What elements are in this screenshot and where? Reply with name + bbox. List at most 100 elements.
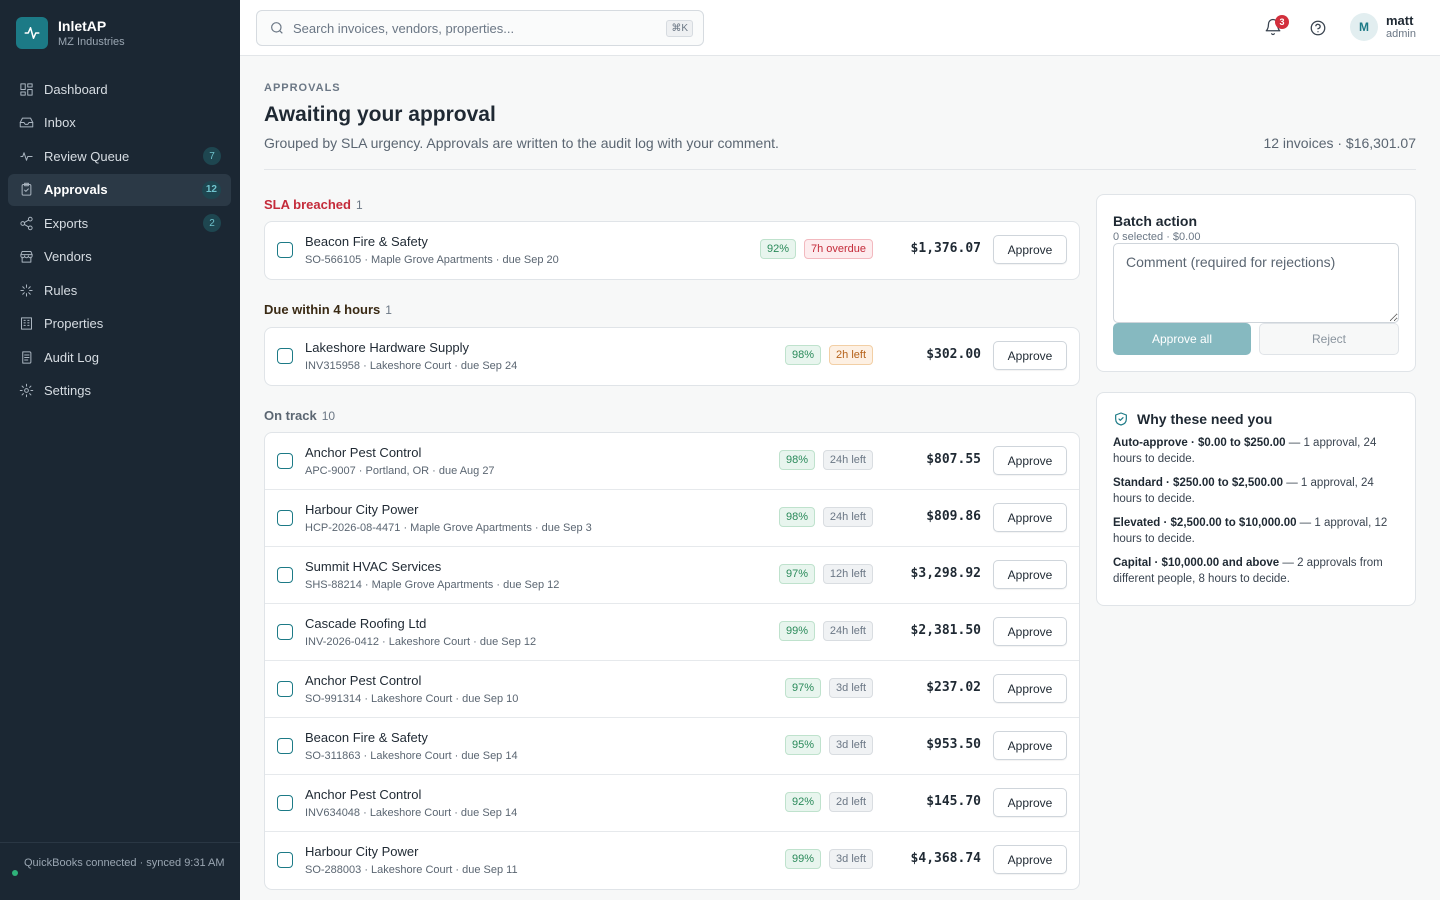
batch-action-panel: Batch action 0 selected · $0.00 Approve … (1096, 194, 1416, 372)
reject-button[interactable]: Reject (1259, 323, 1399, 355)
user-menu[interactable]: M matt admin (1350, 13, 1416, 41)
tier-name: Auto-approve · $0.00 to $250.00 (1113, 437, 1286, 449)
row-checkbox[interactable] (277, 624, 293, 640)
approve-all-button[interactable]: Approve all (1113, 323, 1251, 355)
invoice-amount: $953.50 (926, 737, 981, 752)
invoice-meta: HCP-2026-08-4471 · Maple Grove Apartment… (305, 522, 592, 534)
count-badge: 2 (203, 214, 221, 232)
sidebar-item-exports[interactable]: Exports 2 (8, 207, 231, 239)
sla-badge: 3d left (829, 735, 873, 755)
sidebar-item-review-queue[interactable]: Review Queue 7 (8, 140, 231, 172)
properties-icon (18, 316, 34, 332)
vendor-name: Summit HVAC Services (305, 559, 442, 574)
invoice-list: Beacon Fire & Safety SO-566105 · Maple Gr… (264, 221, 1080, 280)
approval-tiers-panel: Why these need you Auto-approve · $0.00 … (1096, 392, 1416, 606)
sla-badge: 24h left (822, 621, 873, 641)
invoice-amount: $237.02 (926, 680, 981, 695)
count-badge: 12 (201, 180, 221, 199)
page-eyebrow: APPROVALS (264, 82, 341, 94)
exports-icon (18, 215, 34, 231)
row-checkbox[interactable] (277, 348, 293, 364)
approve-button[interactable]: Approve (993, 674, 1067, 703)
approve-button[interactable]: Approve (993, 503, 1067, 532)
row-checkbox[interactable] (277, 510, 293, 526)
row-checkbox[interactable] (277, 852, 293, 868)
sidebar-nav: Dashboard Inbox Review Queue 7 Approvals… (8, 73, 231, 408)
group-count: 1 (355, 198, 363, 212)
invoice-row[interactable]: Lakeshore Hardware Supply INV315958 · Lak… (265, 328, 1079, 385)
sidebar-item-approvals[interactable]: Approvals 12 (8, 173, 231, 206)
approve-button[interactable]: Approve (993, 617, 1067, 646)
invoice-row[interactable]: Beacon Fire & Safety SO-311863 · Lakeshor… (265, 718, 1079, 775)
invoice-row[interactable]: Beacon Fire & Safety SO-566105 · Maple Gr… (265, 222, 1079, 279)
topbar: Search invoices, vendors, properties... … (240, 0, 1440, 56)
sidebar-item-label: Vendors (44, 249, 92, 264)
sidebar-item-settings[interactable]: Settings (8, 375, 231, 407)
invoice-meta: APC-9007 · Portland, OR · due Aug 27 (305, 465, 495, 477)
rules-icon (18, 282, 34, 298)
sla-badge: 2h left (829, 345, 873, 365)
confidence-badge: 92% (759, 239, 796, 259)
sync-status-text: QuickBooks connected · synced 9:31 AM (24, 857, 225, 869)
sidebar-item-label: Inbox (44, 115, 76, 130)
group-count: 10 (321, 409, 336, 423)
approve-button[interactable]: Approve (993, 341, 1067, 370)
invoice-amount: $145.70 (926, 794, 981, 809)
divider (264, 169, 1416, 170)
row-checkbox[interactable] (277, 567, 293, 583)
invoice-row[interactable]: Summit HVAC Services SHS-88214 · Maple Gr… (265, 547, 1079, 604)
confidence-badge: 97% (778, 564, 815, 584)
approve-button[interactable]: Approve (993, 788, 1067, 817)
sidebar-item-label: Review Queue (44, 148, 130, 164)
row-checkbox[interactable] (277, 453, 293, 469)
row-checkbox[interactable] (277, 681, 293, 697)
approve-button[interactable]: Approve (993, 731, 1067, 760)
invoice-row[interactable]: Anchor Pest Control APC-9007 · Portland, … (265, 433, 1079, 490)
row-checkbox[interactable] (277, 242, 293, 258)
invoice-row[interactable]: Anchor Pest Control INV634048 · Lakeshore… (265, 775, 1079, 832)
help-icon (1310, 20, 1326, 36)
invoice-amount: $809.86 (926, 509, 981, 524)
invoice-meta: SO-311863 · Lakeshore Court · due Sep 14 (305, 750, 518, 762)
invoice-row[interactable]: Harbour City Power HCP-2026-08-4471 · Map… (265, 490, 1079, 547)
sidebar-item-label: Approvals (44, 182, 108, 197)
search-input[interactable]: Search invoices, vendors, properties... … (256, 10, 704, 46)
sidebar-item-inbox[interactable]: Inbox (8, 107, 231, 139)
sla-badge: 24h left (822, 450, 873, 470)
invoice-row[interactable]: Anchor Pest Control SO-991314 · Lakeshore… (265, 661, 1079, 718)
invoice-row[interactable]: Cascade Roofing Ltd INV-2026-0412 · Lakes… (265, 604, 1079, 661)
vendor-name: Harbour City Power (305, 502, 419, 517)
notifications-button[interactable]: 3 (1264, 15, 1289, 38)
row-checkbox[interactable] (277, 795, 293, 811)
invoice-amount: $807.55 (926, 452, 981, 467)
sidebar-item-properties[interactable]: Properties (8, 308, 231, 340)
approve-button[interactable]: Approve (993, 235, 1067, 264)
row-checkbox[interactable] (277, 738, 293, 754)
sidebar-item-audit-log[interactable]: Audit Log (8, 341, 231, 373)
invoice-meta: SHS-88214 · Maple Grove Apartments · due… (305, 579, 560, 591)
approve-button[interactable]: Approve (993, 845, 1067, 874)
approve-button[interactable]: Approve (993, 446, 1067, 475)
approve-button[interactable]: Approve (993, 560, 1067, 589)
comment-field[interactable] (1113, 243, 1399, 323)
user-name: matt (1386, 13, 1414, 28)
invoice-amount: $302.00 (926, 347, 981, 362)
page-subtitle: Grouped by SLA urgency. Approvals are wr… (264, 135, 779, 151)
confidence-badge: 95% (784, 735, 821, 755)
sla-badge: 24h left (822, 507, 873, 527)
page-title: Awaiting your approval (264, 103, 496, 126)
confidence-badge: 98% (778, 507, 815, 527)
batch-selection-summary: 0 selected · $0.00 (1113, 231, 1201, 243)
tier-name: Capital · $10,000.00 and above (1113, 557, 1280, 569)
sidebar-item-dashboard[interactable]: Dashboard (8, 73, 231, 105)
invoice-row[interactable]: Harbour City Power SO-288003 · Lakeshore … (265, 832, 1079, 889)
approvals-icon (18, 182, 34, 198)
sidebar-item-vendors[interactable]: Vendors (8, 241, 231, 273)
sla-badge: 2d left (829, 792, 873, 812)
help-button[interactable] (1309, 19, 1327, 42)
group-title: SLA breached 1 (264, 197, 363, 212)
approval-tier: Capital · $10,000.00 and above — 2 appro… (1113, 555, 1399, 587)
sidebar-item-rules[interactable]: Rules (8, 274, 231, 306)
brand[interactable]: InletAP MZ Industries (16, 17, 125, 49)
invoice-meta: SO-288003 · Lakeshore Court · due Sep 11 (305, 864, 518, 876)
